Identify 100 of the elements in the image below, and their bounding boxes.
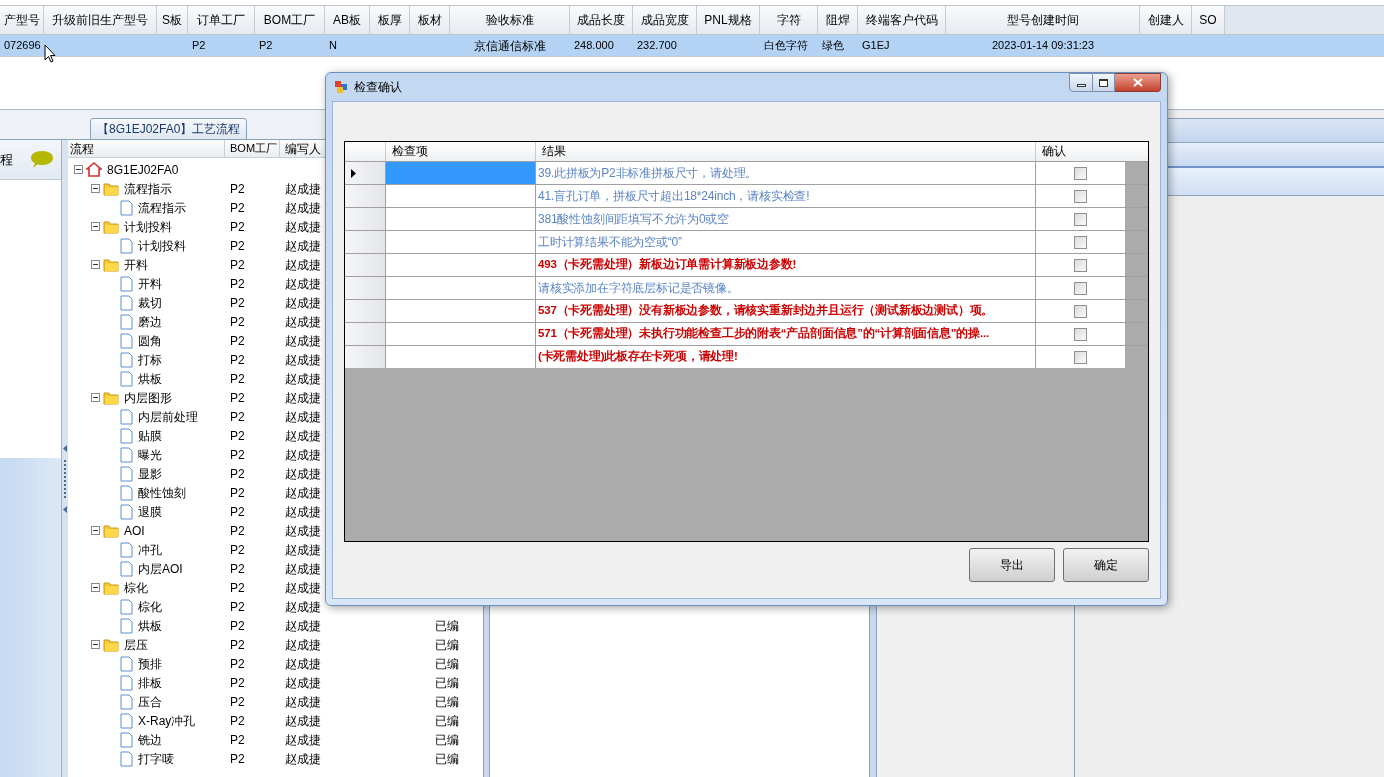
column-header[interactable]: 阻焊 (825, 11, 850, 29)
tree-node-label[interactable]: 计划投料 (136, 236, 186, 255)
document-icon (120, 560, 133, 577)
table-cell[interactable] (386, 277, 536, 299)
tree-node-label[interactable]: 计划投料 (122, 217, 172, 236)
close-icon (1132, 78, 1143, 87)
table-cell[interactable] (386, 323, 536, 345)
tree-node-label[interactable]: 冲孔 (136, 540, 162, 559)
tree-node-label[interactable]: 打标 (136, 350, 162, 369)
dialog-button[interactable]: 导出 (969, 548, 1055, 582)
tree-node-label[interactable]: 内层图形 (122, 388, 172, 407)
table-cell-text: G1EJ (862, 38, 890, 54)
confirm-checkbox[interactable] (1074, 258, 1087, 272)
tree-node-label[interactable]: 8G1EJ02FA0 (105, 160, 179, 179)
tree-node-label[interactable]: 铣边 (136, 730, 162, 749)
tree-node-label[interactable]: 磨边 (136, 312, 162, 331)
column-header[interactable]: 板材 (417, 11, 442, 29)
table-cell: 赵成捷 (285, 295, 321, 310)
tree-node-label[interactable]: 内层AOI (136, 559, 183, 578)
tree-node-label[interactable]: 曝光 (136, 445, 162, 464)
document-icon (120, 313, 133, 330)
collapse-toggle-icon[interactable] (91, 184, 100, 193)
tree-node-label[interactable]: 开料 (122, 255, 148, 274)
table-cell: 赵成捷 (285, 428, 321, 443)
tree-node-label[interactable]: 棕化 (136, 597, 162, 616)
table-cell[interactable] (386, 231, 536, 253)
table-cell[interactable] (386, 208, 536, 230)
confirm-checkbox[interactable] (1074, 281, 1087, 295)
table-cell[interactable] (386, 254, 536, 276)
column-header[interactable]: SO (1199, 11, 1217, 29)
collapse-toggle-icon[interactable] (91, 393, 100, 402)
table-cell[interactable] (386, 346, 536, 368)
collapse-toggle-icon[interactable] (91, 583, 100, 592)
column-header[interactable]: BOM工厂 (230, 142, 278, 154)
tree-node-label[interactable]: 层压 (122, 635, 148, 654)
column-header[interactable]: AB板 (333, 11, 361, 29)
collapse-arrow-icon[interactable] (63, 445, 67, 452)
tree-node-label[interactable]: 圆角 (136, 331, 162, 350)
minimize-button[interactable] (1069, 73, 1093, 92)
tree-node-label[interactable]: 烘板 (136, 369, 162, 388)
tree-node-label[interactable]: AOI (122, 521, 145, 540)
table-cell[interactable] (386, 185, 536, 207)
collapse-toggle-icon[interactable] (91, 222, 100, 231)
collapse-toggle-icon[interactable] (91, 526, 100, 535)
tree-node-label[interactable]: 烘板 (136, 616, 162, 635)
table-cell: 赵成捷 (285, 371, 321, 386)
speech-bubble-icon[interactable] (30, 149, 54, 170)
maximize-button[interactable] (1093, 73, 1115, 92)
confirm-checkbox[interactable] (1074, 166, 1087, 180)
column-header[interactable]: 流程 (70, 142, 94, 156)
column-header[interactable]: 创建人 (1147, 11, 1184, 29)
collapse-toggle-icon[interactable] (91, 260, 100, 269)
tree-node-label[interactable]: 流程指示 (122, 179, 172, 198)
column-header[interactable]: 板厚 (377, 11, 402, 29)
confirm-checkbox[interactable] (1074, 327, 1087, 341)
document-icon (120, 446, 133, 463)
tree-node-label[interactable]: 预排 (136, 654, 162, 673)
column-header[interactable]: 字符 (776, 11, 801, 29)
tree-node-label[interactable]: X-Ray冲孔 (136, 711, 196, 730)
confirm-checkbox[interactable] (1074, 212, 1087, 226)
tree-node-label[interactable]: 显影 (136, 464, 162, 483)
tree-node-label[interactable]: 内层前处理 (136, 407, 198, 426)
column-header[interactable]: PNL规格 (704, 11, 752, 29)
tree-node-label[interactable]: 贴膜 (136, 426, 162, 445)
tree-node-label[interactable]: 流程指示 (136, 198, 186, 217)
column-header[interactable]: 编写人 (285, 142, 321, 156)
dialog-button[interactable]: 确定 (1063, 548, 1149, 582)
column-header[interactable]: 升级前旧生产型号 (52, 11, 148, 29)
table-cell[interactable] (386, 162, 536, 184)
tree-node-label[interactable]: 开料 (136, 274, 162, 293)
tree-node-label[interactable]: 打字唛 (136, 749, 174, 768)
row-header[interactable] (345, 162, 386, 184)
column-header[interactable]: 产型号 (3, 11, 40, 29)
column-header[interactable]: 验收标准 (485, 11, 534, 29)
table-cell: 赵成捷 (285, 751, 321, 766)
confirm-checkbox[interactable] (1074, 189, 1087, 203)
tree-node-label[interactable]: 压合 (136, 692, 162, 711)
confirm-checkbox[interactable] (1074, 235, 1087, 249)
collapse-toggle-icon[interactable] (91, 640, 100, 649)
column-header[interactable]: BOM工厂 (263, 11, 316, 29)
tree-node-label[interactable]: 裁切 (136, 293, 162, 312)
table-cell[interactable] (386, 300, 536, 322)
table-row[interactable]: 072696 P2 P2 N 京信通信标准 248.000 232.700 白色字符 绿色 G1EJ 2023-01-14 09:31:23 (0, 35, 1384, 57)
column-header[interactable]: S板 (162, 11, 182, 29)
close-button[interactable] (1115, 73, 1161, 92)
tree-node-label[interactable]: 退膜 (136, 502, 162, 521)
process-flow-tab[interactable]: 【8G1EJ02FA0】工艺流程 (90, 118, 248, 140)
column-header[interactable]: 订单工厂 (197, 11, 245, 29)
collapse-arrow-icon[interactable] (63, 506, 67, 513)
tree-node-label[interactable]: 棕化 (122, 578, 148, 597)
column-header[interactable]: 型号创建时间 (1006, 11, 1079, 29)
confirm-checkbox[interactable] (1074, 304, 1087, 318)
collapse-toggle-icon[interactable] (74, 165, 83, 174)
column-header[interactable]: 终端客户代码 (865, 11, 938, 29)
confirm-checkbox[interactable] (1074, 350, 1087, 364)
tree-node-label[interactable]: 酸性蚀刻 (136, 483, 186, 502)
table-cell: 赵成捷 (285, 675, 321, 690)
column-header[interactable]: 成品长度 (577, 11, 625, 29)
tree-node-label[interactable]: 排板 (136, 673, 162, 692)
column-header[interactable]: 成品宽度 (640, 11, 689, 29)
